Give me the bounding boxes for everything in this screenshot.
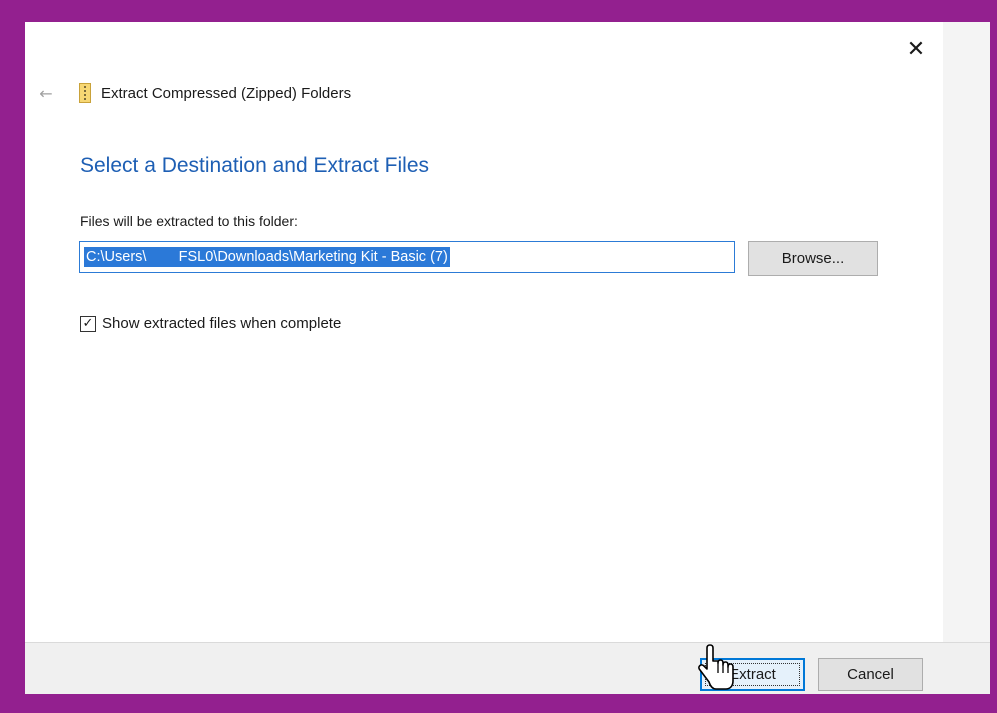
close-button[interactable]: ✕ — [898, 34, 934, 64]
extract-button-label: Extract — [729, 666, 776, 683]
extract-dialog: ✕ ← Extract Compressed (Zipped) Folders … — [25, 22, 990, 694]
destination-path-input[interactable]: C:\Users\ FSL0\Downloads\Marketing Kit -… — [79, 241, 735, 273]
show-files-option[interactable]: ✓ Show extracted files when complete — [80, 315, 341, 332]
extract-button[interactable]: Extract — [700, 658, 805, 691]
checkmark-icon: ✓ — [82, 316, 94, 331]
window-edge — [943, 22, 990, 642]
dialog-title: Extract Compressed (Zipped) Folders — [101, 84, 352, 102]
show-files-label: Show extracted files when complete — [102, 315, 342, 332]
browse-button[interactable]: Browse... — [748, 241, 878, 276]
page-heading: Select a Destination and Extract Files — [80, 154, 430, 177]
show-files-checkbox[interactable]: ✓ — [80, 315, 96, 332]
destination-label: Files will be extracted to this folder: — [80, 213, 298, 229]
cancel-button-label: Cancel — [847, 666, 894, 683]
close-icon: ✕ — [906, 36, 926, 62]
destination-path-value: C:\Users\ FSL0\Downloads\Marketing Kit -… — [84, 247, 450, 267]
zip-folder-icon — [79, 83, 91, 103]
purple-frame: ✕ ← Extract Compressed (Zipped) Folders … — [0, 0, 997, 713]
dialog-title-row: Extract Compressed (Zipped) Folders — [79, 80, 351, 106]
back-arrow-icon: ← — [39, 83, 53, 103]
cancel-button[interactable]: Cancel — [818, 658, 923, 691]
back-button[interactable]: ← — [33, 82, 59, 104]
